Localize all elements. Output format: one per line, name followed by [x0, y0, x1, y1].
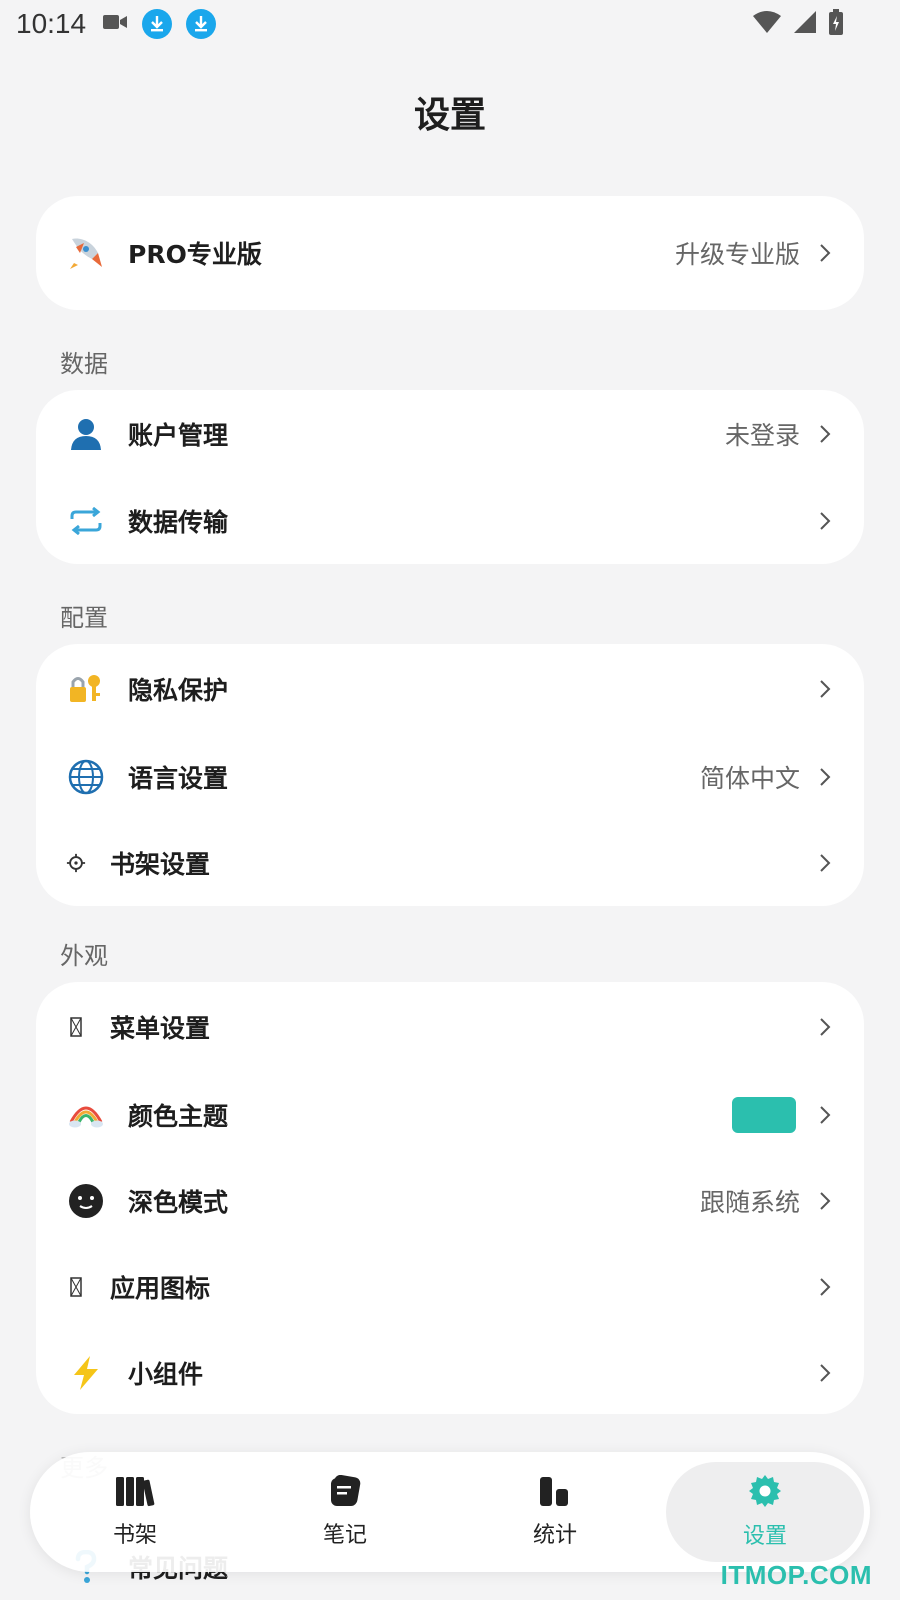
note-icon	[327, 1474, 363, 1511]
tab-bookshelf[interactable]: 书架	[36, 1462, 234, 1562]
download-icon	[142, 9, 173, 39]
tab-notes-label: 笔记	[322, 1523, 367, 1548]
privacy-row[interactable]: 隐私保护	[36, 644, 864, 734]
page-title: 设置	[413, 95, 486, 136]
bookshelf-settings-row[interactable]: 书架设置	[36, 820, 864, 906]
books-icon	[115, 1475, 155, 1511]
lock-key-icon	[66, 669, 106, 709]
placeholder-icon	[66, 1267, 86, 1307]
stats-icon	[537, 1475, 573, 1511]
status-notifications	[102, 9, 217, 39]
chevron-right-icon	[820, 512, 831, 530]
chevron-right-icon	[820, 680, 831, 698]
dark-mode-row[interactable]: 深色模式 跟随系统	[36, 1158, 864, 1244]
widget-row[interactable]: 小组件	[36, 1330, 864, 1414]
transfer-icon	[66, 501, 106, 541]
rocket-icon	[66, 233, 106, 273]
globe-icon	[66, 757, 106, 797]
color-theme-label: 颜色主题	[128, 1102, 229, 1131]
account-management-row[interactable]: 账户管理 未登录	[36, 390, 864, 478]
tab-settings[interactable]: 设置	[666, 1462, 864, 1562]
placeholder-icon	[66, 1007, 86, 1047]
dark-mode-value: 跟随系统	[699, 1188, 800, 1217]
watermark: ITMOP.COM	[720, 1560, 872, 1590]
widget-label: 小组件	[128, 1360, 204, 1389]
status-time: 10:14	[16, 8, 87, 39]
chevron-right-icon	[820, 425, 831, 443]
battery-icon	[828, 9, 844, 39]
appearance-card: 菜单设置 颜色主题 深色模式 跟随系统 应用图标 小组件	[36, 982, 864, 1414]
section-label-config: 配置	[60, 604, 108, 632]
menu-settings-row[interactable]: 菜单设置	[36, 982, 864, 1072]
language-row[interactable]: 语言设置 简体中文	[36, 734, 864, 820]
video-camera-icon	[102, 13, 128, 35]
wifi-icon	[752, 10, 782, 38]
menu-settings-label: 菜单设置	[110, 1014, 211, 1043]
chevron-right-icon	[820, 1364, 831, 1382]
pro-value: 升级专业版	[674, 240, 800, 269]
dark-mode-label: 深色模式	[128, 1188, 229, 1217]
tab-bookshelf-label: 书架	[112, 1523, 157, 1548]
chevron-right-icon	[820, 1018, 831, 1036]
section-label-data: 数据	[60, 350, 108, 378]
app-icon-row[interactable]: 应用图标	[36, 1244, 864, 1330]
tab-stats[interactable]: 统计	[456, 1462, 654, 1562]
chevron-right-icon	[820, 244, 831, 262]
chevron-right-icon	[820, 854, 831, 872]
settings-icon	[748, 1474, 782, 1512]
lightning-icon	[66, 1353, 106, 1393]
data-card: 账户管理 未登录 数据传输	[36, 390, 864, 564]
tab-stats-label: 统计	[532, 1523, 577, 1548]
download-icon	[186, 9, 217, 39]
theme-color-swatch	[732, 1097, 796, 1133]
account-value: 未登录	[724, 421, 800, 450]
chevron-right-icon	[820, 1278, 831, 1296]
tab-notes[interactable]: 笔记	[246, 1462, 444, 1562]
dark-face-icon	[66, 1181, 106, 1221]
color-theme-row[interactable]: 颜色主题	[36, 1072, 864, 1158]
pro-label: PRO专业版	[128, 240, 262, 269]
account-label: 账户管理	[128, 421, 229, 450]
language-value: 简体中文	[699, 764, 800, 793]
chevron-right-icon	[820, 1106, 831, 1124]
transfer-label: 数据传输	[128, 508, 229, 537]
user-icon	[66, 414, 106, 454]
rainbow-icon	[66, 1095, 106, 1135]
data-transfer-row[interactable]: 数据传输	[36, 478, 864, 564]
app-icon-label: 应用图标	[110, 1274, 211, 1303]
chevron-right-icon	[820, 768, 831, 786]
pro-upgrade-row[interactable]: PRO专业版 升级专业版	[36, 196, 864, 310]
config-card: 隐私保护 语言设置 简体中文 书架设置	[36, 644, 864, 906]
bookshelf-label: 书架设置	[110, 850, 211, 879]
chevron-right-icon	[820, 1192, 831, 1210]
pro-card: PRO专业版 升级专业版	[36, 196, 864, 310]
section-label-appearance: 外观	[60, 942, 108, 970]
privacy-label: 隐私保护	[128, 676, 229, 705]
tab-settings-label: 设置	[742, 1524, 787, 1549]
gear-icon	[66, 843, 86, 883]
status-bar: 10:14	[0, 0, 900, 48]
language-label: 语言设置	[128, 764, 229, 793]
status-system-icons	[752, 9, 844, 39]
signal-icon	[792, 10, 818, 38]
bottom-nav: 书架 笔记 统计 设置	[30, 1452, 870, 1572]
